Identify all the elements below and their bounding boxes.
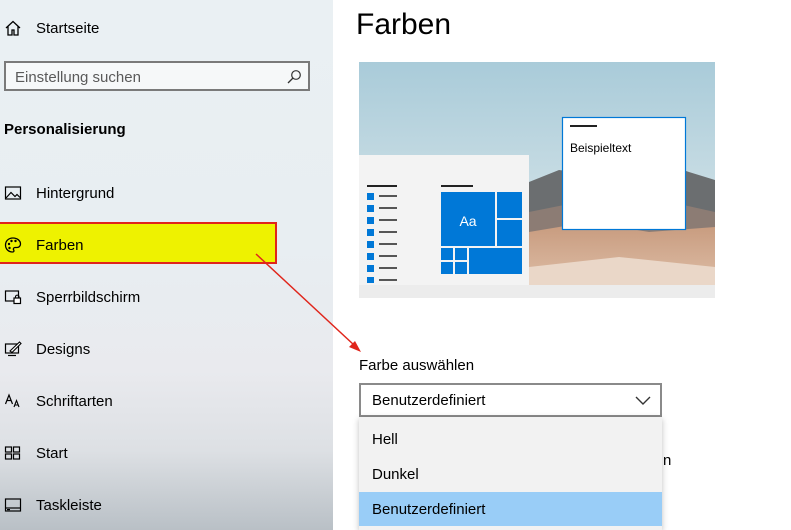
sidebar-item-label: Startseite <box>36 19 100 37</box>
sidebar-item-lock-screen[interactable]: Sperrbildschirm <box>0 277 333 317</box>
sidebar-item-label: Schriftarten <box>36 392 113 410</box>
dropdown-option-label: Dunkel <box>372 465 419 483</box>
sidebar-item-label: Designs <box>36 340 91 358</box>
sidebar-item-label: Taskleiste <box>36 496 102 514</box>
dropdown-option-light[interactable]: Hell <box>359 422 662 456</box>
sidebar-item-taskbar[interactable]: Taskleiste <box>0 485 333 525</box>
picture-icon <box>3 183 23 203</box>
search-input[interactable] <box>15 67 275 87</box>
fonts-icon <box>3 391 23 411</box>
dropdown-list: Hell Dunkel Benutzerdefiniert <box>359 417 662 530</box>
sidebar-item-label: Start <box>36 444 68 462</box>
main-content: Farben Aa Beispieltext Farbe auswählen B… <box>333 0 791 530</box>
dropdown-option-custom[interactable]: Benutzerdefiniert <box>359 492 662 526</box>
section-title: Personalisierung <box>4 121 126 138</box>
sidebar-item-start[interactable]: Start <box>0 433 333 473</box>
palette-icon <box>3 235 23 255</box>
lock-screen-icon <box>3 287 23 307</box>
dropdown-option-label: Hell <box>372 430 398 448</box>
sidebar-item-background[interactable]: Hintergrund <box>0 173 333 213</box>
search-icon[interactable] <box>286 69 302 85</box>
search-box[interactable] <box>4 61 310 91</box>
sidebar-item-home[interactable]: Startseite <box>0 8 333 48</box>
home-icon <box>3 18 23 38</box>
sidebar-item-label: Farben <box>36 236 84 254</box>
settings-sidebar: Startseite Personalisierung Hintergrund … <box>0 0 333 530</box>
start-icon <box>3 443 23 463</box>
designs-icon <box>3 339 23 359</box>
dropdown-selected-value: Benutzerdefiniert <box>372 392 486 409</box>
color-mode-dropdown[interactable]: Benutzerdefiniert <box>359 383 662 417</box>
sample-text: Beispieltext <box>570 141 632 155</box>
dropdown-option-label: Benutzerdefiniert <box>372 500 486 518</box>
taskbar-icon <box>3 495 23 515</box>
sidebar-item-fonts[interactable]: Schriftarten <box>0 381 333 421</box>
sidebar-item-label: Sperrbildschirm <box>36 288 141 306</box>
color-select-label: Farbe auswählen <box>359 357 475 374</box>
partially-hidden-text: n <box>663 452 672 469</box>
sidebar-item-colors[interactable]: Farben <box>0 225 333 265</box>
page-title: Farben <box>356 8 452 41</box>
sidebar-item-designs[interactable]: Designs <box>0 329 333 369</box>
sidebar-item-label: Hintergrund <box>36 184 115 202</box>
dropdown-option-dark[interactable]: Dunkel <box>359 457 662 491</box>
tile-text: Aa <box>459 213 476 229</box>
chevron-down-icon <box>635 396 651 405</box>
color-preview: Aa Beispieltext <box>359 62 715 298</box>
